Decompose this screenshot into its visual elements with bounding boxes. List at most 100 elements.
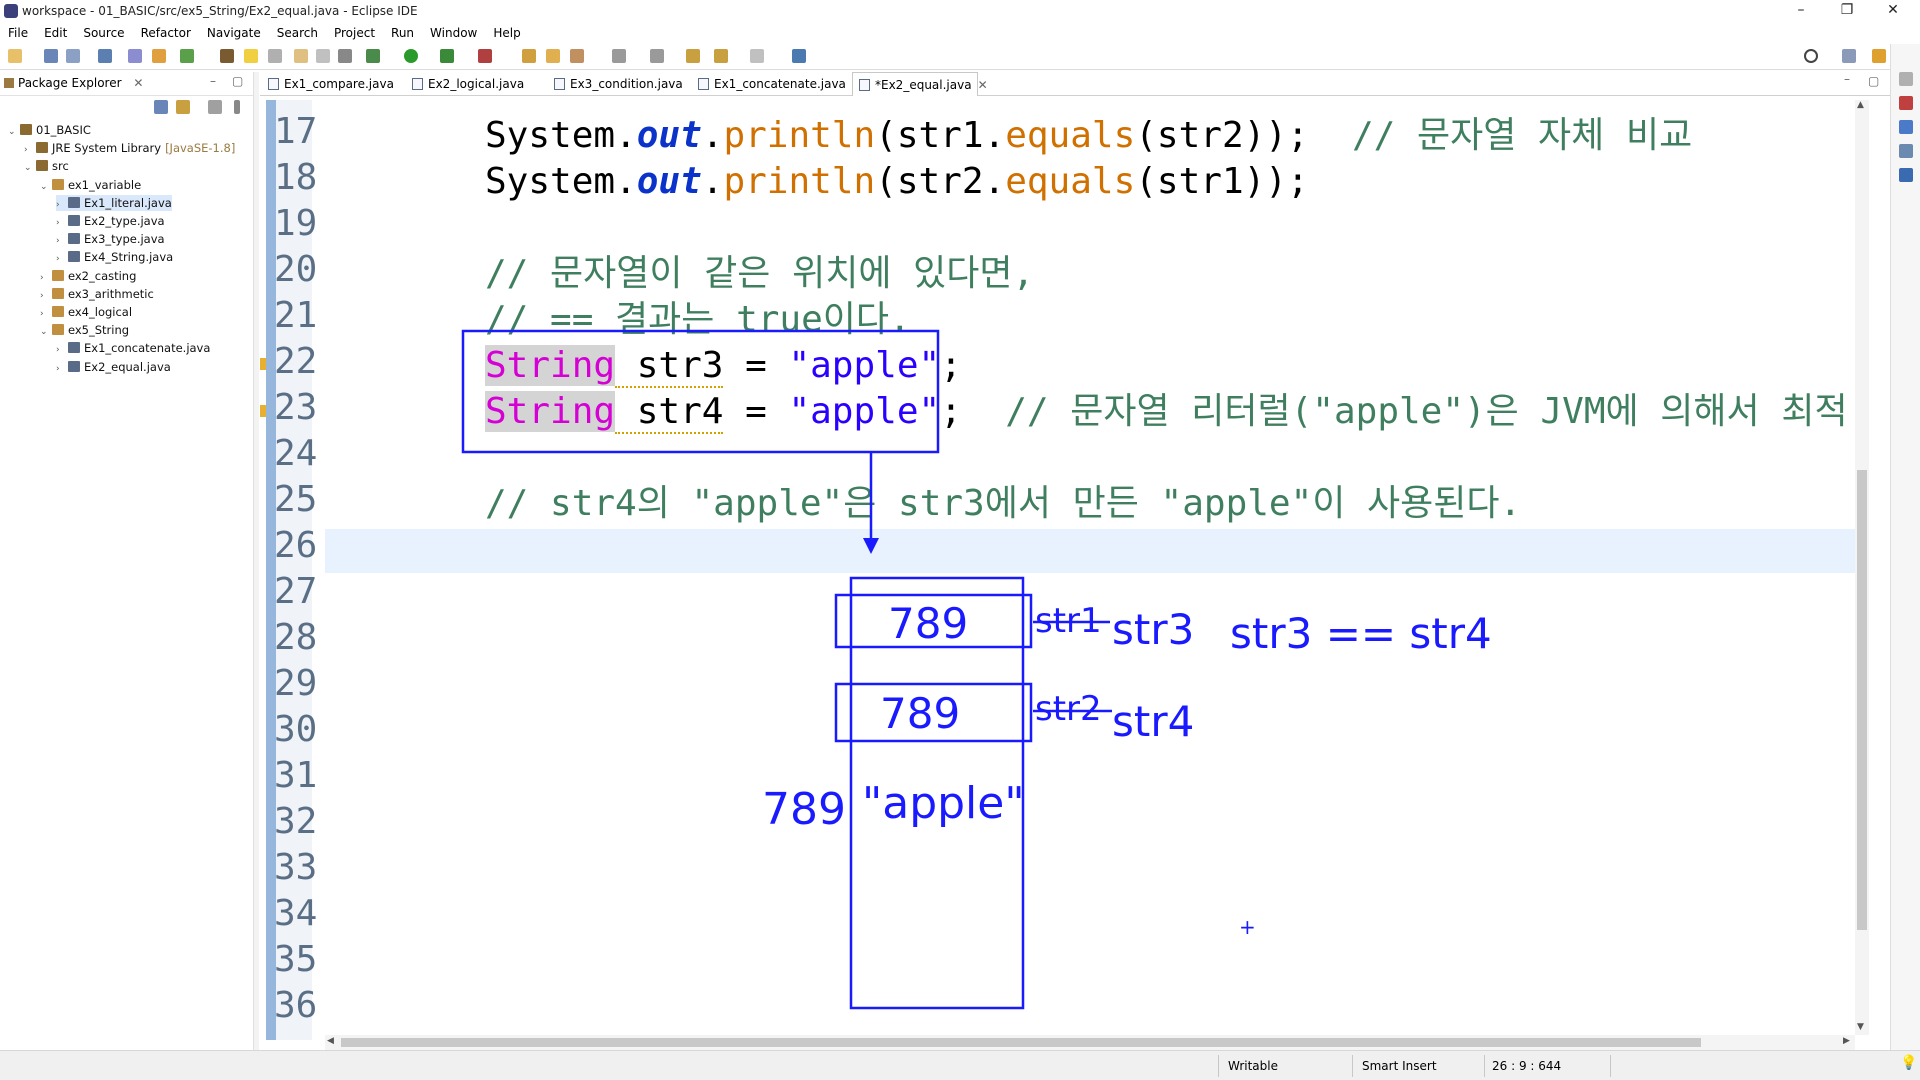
tree-item[interactable]: › Ex1_concatenate.java <box>56 340 210 356</box>
scroll-left-icon[interactable]: ◀ <box>327 1036 334 1046</box>
menu-search[interactable]: Search <box>269 22 326 40</box>
close-button[interactable]: ✕ <box>1870 0 1916 22</box>
java-ee-perspective-icon[interactable] <box>1872 49 1886 63</box>
tree-item[interactable]: › ex2_casting <box>40 268 136 284</box>
menu-navigate[interactable]: Navigate <box>199 22 269 40</box>
chevron-down-icon[interactable]: ⌄ <box>40 324 52 340</box>
chevron-right-icon[interactable]: › <box>56 342 68 358</box>
tree-item[interactable]: › Ex3_type.java <box>56 231 165 247</box>
new-package-icon[interactable] <box>180 49 194 63</box>
minimize-view-icon[interactable]: – <box>210 74 216 88</box>
skip-breakpoints-icon[interactable] <box>128 49 142 63</box>
restore-button[interactable]: ❐ <box>1824 0 1870 22</box>
run-icon[interactable] <box>404 49 418 63</box>
scroll-right-icon[interactable]: ▶ <box>1843 1036 1850 1046</box>
problems-icon[interactable] <box>1899 96 1913 110</box>
menu-project[interactable]: Project <box>326 22 383 40</box>
debug-icon[interactable] <box>366 49 380 63</box>
link-editor-icon[interactable] <box>176 100 190 114</box>
menu-file[interactable]: File <box>0 22 36 40</box>
vertical-scrollbar[interactable]: ▲ ▼ <box>1855 100 1869 1035</box>
pin-editor-icon[interactable] <box>792 49 806 63</box>
menu-edit[interactable]: Edit <box>36 22 75 40</box>
close-icon[interactable]: ✕ <box>978 78 988 92</box>
save-icon[interactable] <box>44 49 58 63</box>
tree-item[interactable]: › ex4_logical <box>40 304 132 320</box>
tree-item[interactable]: ⌄ ex1_variable <box>40 177 141 193</box>
open-file-icon[interactable] <box>546 49 560 63</box>
collapse-all-icon[interactable] <box>154 100 168 114</box>
scroll-thumb-h[interactable] <box>341 1038 1701 1047</box>
filter-icon[interactable] <box>208 100 222 114</box>
chevron-right-icon[interactable]: › <box>56 361 68 377</box>
open-type-icon[interactable] <box>220 49 234 63</box>
declaration-icon[interactable] <box>1899 144 1913 158</box>
next-annotation-icon[interactable] <box>612 49 626 63</box>
prev-annotation-icon[interactable] <box>650 49 664 63</box>
coverage-icon[interactable] <box>440 49 454 63</box>
tree-item[interactable]: ⌄ ex5_String <box>40 322 129 338</box>
tree-item[interactable]: › Ex2_type.java <box>56 213 165 229</box>
tree-item[interactable]: › Ex2_equal.java <box>56 359 171 375</box>
external-tools-icon[interactable] <box>478 49 492 63</box>
tree-item[interactable]: › ex3_arithmetic <box>40 286 154 302</box>
chevron-down-icon[interactable]: ⌄ <box>24 160 36 176</box>
tree-item[interactable]: ⌄ 01_BASIC <box>8 122 91 138</box>
new-java-project-icon[interactable] <box>152 49 166 63</box>
forward-icon[interactable] <box>750 49 764 63</box>
horizontal-scrollbar[interactable]: ◀ ▶ <box>325 1035 1855 1050</box>
sash[interactable] <box>253 72 259 1050</box>
menu-help[interactable]: Help <box>485 22 528 40</box>
minimize-button[interactable]: – <box>1778 0 1824 22</box>
menu-run[interactable]: Run <box>383 22 422 40</box>
code-editor[interactable]: System.out.println(str1.equals(str2)); /… <box>325 100 1855 1040</box>
back-icon[interactable] <box>714 49 728 63</box>
tree-item[interactable]: › Ex1_literal.java <box>56 194 172 213</box>
console-icon[interactable] <box>1899 168 1913 182</box>
search-icon[interactable] <box>1804 49 1818 63</box>
toggle-mark-icon[interactable] <box>268 49 282 63</box>
tree-item[interactable]: › Ex4_String.java <box>56 249 173 265</box>
tree-item[interactable]: › JRE System Library [JavaSE-1.8] <box>24 140 235 156</box>
scroll-up-icon[interactable]: ▲ <box>1857 100 1864 110</box>
lightbulb-icon[interactable]: 💡 <box>1900 1055 1917 1071</box>
last-edit-icon[interactable] <box>686 49 700 63</box>
maximize-editor-icon[interactable]: ▢ <box>1868 74 1879 88</box>
tab-ex1-concatenate[interactable]: Ex1_concatenate.java <box>692 72 852 96</box>
word-wrap-icon[interactable] <box>316 49 330 63</box>
package-explorer-tab[interactable]: Package Explorer ✕ <box>4 76 143 90</box>
javadoc-icon[interactable] <box>1899 120 1913 134</box>
restore-view-icon[interactable] <box>1899 72 1913 86</box>
chevron-right-icon[interactable]: › <box>56 215 68 231</box>
chevron-right-icon[interactable]: › <box>40 306 52 322</box>
search-tool-icon[interactable] <box>570 49 584 63</box>
minimize-editor-icon[interactable]: – <box>1844 72 1850 86</box>
chevron-right-icon[interactable]: › <box>56 251 68 267</box>
tab-ex2-equal[interactable]: *Ex2_equal.java ✕ <box>852 72 988 96</box>
terminal-icon[interactable] <box>98 49 112 63</box>
tab-ex1-compare[interactable]: Ex1_compare.java <box>262 72 402 96</box>
chevron-right-icon[interactable]: › <box>56 197 68 213</box>
view-menu-icon[interactable] <box>234 100 240 114</box>
chevron-down-icon[interactable]: ⌄ <box>8 124 20 140</box>
block-selection-icon[interactable] <box>294 49 308 63</box>
tab-ex2-logical[interactable]: Ex2_logical.java <box>406 72 544 96</box>
new-icon[interactable] <box>8 49 22 63</box>
tree-item[interactable]: ⌄ src <box>24 158 69 174</box>
chevron-down-icon[interactable]: ⌄ <box>40 179 52 195</box>
chevron-right-icon[interactable]: › <box>40 288 52 304</box>
open-folder-icon[interactable] <box>522 49 536 63</box>
chevron-right-icon[interactable]: › <box>40 270 52 286</box>
save-all-icon[interactable] <box>66 49 80 63</box>
show-whitespace-icon[interactable] <box>338 49 352 63</box>
menu-source[interactable]: Source <box>75 22 132 40</box>
highlight-icon[interactable] <box>244 49 258 63</box>
tab-ex3-condition[interactable]: Ex3_condition.java <box>548 72 688 96</box>
menu-refactor[interactable]: Refactor <box>133 22 199 40</box>
open-perspective-icon[interactable] <box>1842 49 1856 63</box>
maximize-view-icon[interactable]: ▢ <box>232 74 243 88</box>
close-icon[interactable]: ✕ <box>133 76 143 90</box>
chevron-right-icon[interactable]: › <box>56 233 68 249</box>
chevron-right-icon[interactable]: › <box>24 142 36 158</box>
scroll-thumb[interactable] <box>1857 470 1867 930</box>
